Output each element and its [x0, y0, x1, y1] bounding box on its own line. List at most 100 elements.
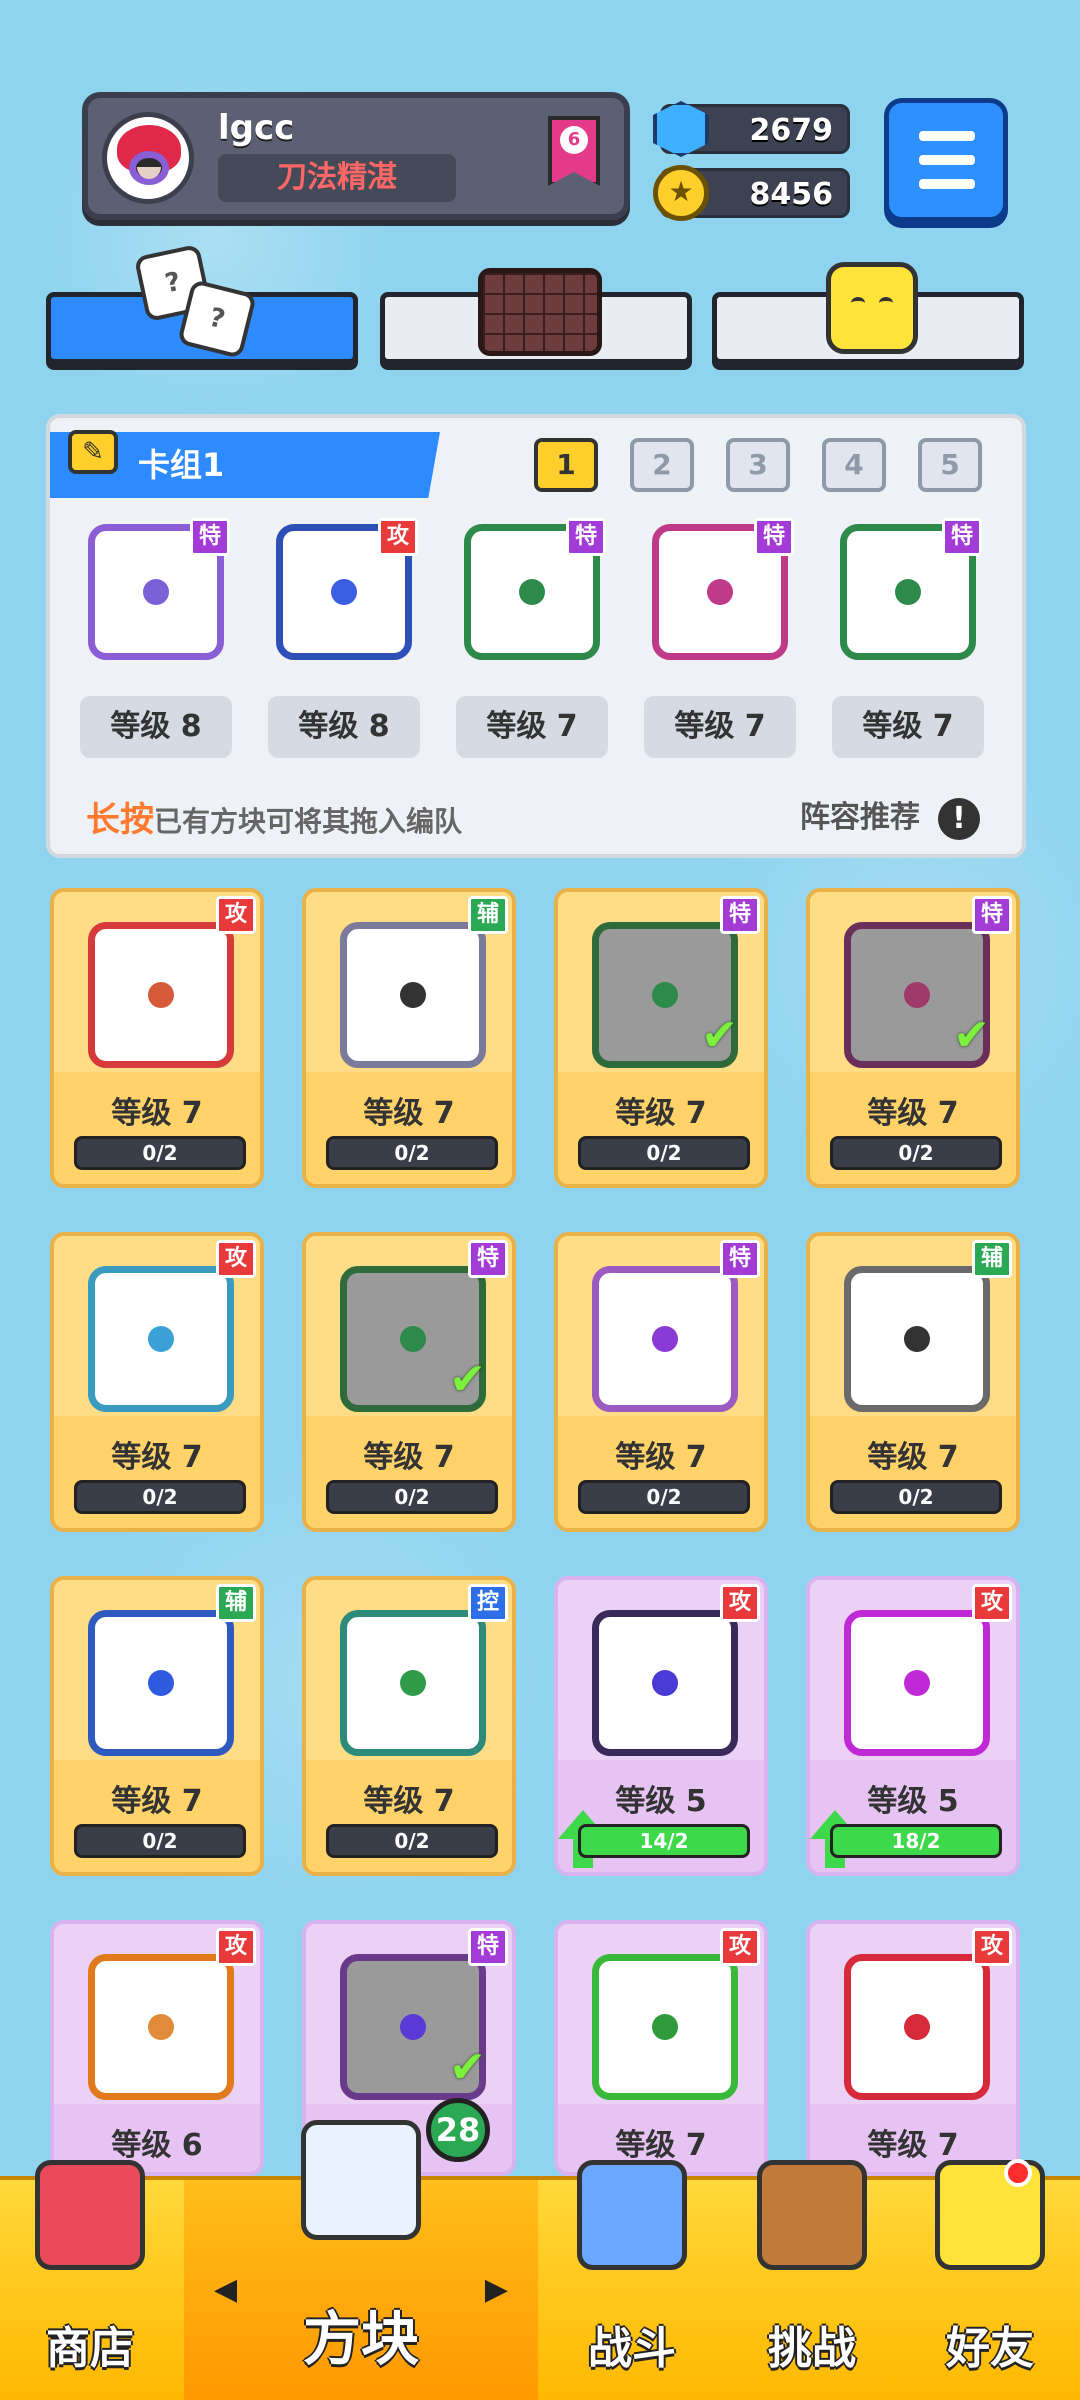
- collection-card[interactable]: 特 ✔ 等级 7 0/2: [302, 1232, 516, 1532]
- collection-card[interactable]: 特 ✔ 等级 7 0/2: [806, 888, 1020, 1188]
- card-level: 等级 7: [615, 1096, 707, 1131]
- deck-card[interactable]: 特: [456, 518, 606, 668]
- dice-pip: [519, 579, 545, 605]
- dice-pip: [904, 1670, 930, 1696]
- dice-pip: [400, 1670, 426, 1696]
- dice-pip: [652, 1326, 678, 1352]
- coins-counter[interactable]: ★ 8456: [653, 165, 850, 221]
- deck-card[interactable]: 特: [80, 518, 230, 668]
- collection-card[interactable]: 控 等级 7 0/2: [302, 1576, 516, 1876]
- card-type-tag: 控: [468, 1584, 508, 1622]
- deck-card-level: 等级 7: [832, 696, 984, 758]
- collection-card[interactable]: 攻 等级 5 18/2: [806, 1576, 1020, 1876]
- dice-pip: [148, 1670, 174, 1696]
- card-level: 等级 6: [111, 2128, 203, 2163]
- hint-key: 长按: [86, 800, 154, 840]
- dice-face: [88, 922, 234, 1068]
- collection-card[interactable]: 攻 等级 6: [50, 1920, 264, 2176]
- recommend-label: 阵容推荐: [800, 800, 920, 835]
- profile-panel[interactable]: lgcc 刀法精湛 6: [82, 92, 630, 220]
- collection-card[interactable]: 特 等级 7 0/2: [554, 1232, 768, 1532]
- coins-value: 8456: [749, 177, 834, 212]
- collection-card[interactable]: 攻 等级 5 14/2: [554, 1576, 768, 1876]
- card-level: 等级 7: [363, 1440, 455, 1475]
- dice-face: [592, 1266, 738, 1412]
- card-type-tag: 攻: [720, 1584, 760, 1622]
- card-level: 等级 7: [867, 2128, 959, 2163]
- nav-battle[interactable]: 战斗: [542, 2160, 722, 2400]
- dice-face: [592, 1954, 738, 2100]
- dice-face: [88, 1266, 234, 1412]
- deck-tab-3[interactable]: 3: [726, 438, 790, 492]
- card-type-tag: 特: [720, 896, 760, 934]
- nav-blocks[interactable]: ◀ ▶ 方块: [184, 2120, 538, 2400]
- collection-card[interactable]: 攻 等级 7 0/2: [50, 888, 264, 1188]
- gems-counter[interactable]: 2679: [653, 101, 850, 157]
- card-progress: 18/2: [830, 1824, 1002, 1858]
- card-progress: 0/2: [326, 1480, 498, 1514]
- nav-friends-label: 好友: [946, 2323, 1034, 2374]
- collection-card[interactable]: 辅 等级 7 0/2: [50, 1576, 264, 1876]
- card-type-tag: 辅: [216, 1584, 256, 1622]
- board-icon: [478, 268, 602, 356]
- card-progress: 0/2: [830, 1480, 1002, 1514]
- card-progress: 0/2: [326, 1136, 498, 1170]
- deck-card[interactable]: 特: [644, 518, 794, 668]
- card-type-tag: 特: [566, 518, 606, 556]
- blocks-count-badge: 28: [426, 2098, 490, 2162]
- collection-card[interactable]: 辅 等级 7 0/2: [806, 1232, 1020, 1532]
- collection-card[interactable]: 特 ✔ 等级 7 0/2: [554, 888, 768, 1188]
- card-progress: 0/2: [578, 1480, 750, 1514]
- avatar: [102, 112, 194, 204]
- card-type-tag: 特: [972, 896, 1012, 934]
- card-type-tag: 特: [720, 1240, 760, 1278]
- nav-friends[interactable]: 好友: [900, 2159, 1080, 2400]
- nav-shop[interactable]: 商店: [0, 2160, 180, 2400]
- shop-icon: [35, 2160, 145, 2270]
- dice-pip: [652, 1670, 678, 1696]
- deck-tab-5[interactable]: 5: [918, 438, 982, 492]
- collection-card[interactable]: 攻 等级 7: [806, 1920, 1020, 2176]
- collection-card[interactable]: 攻 等级 7 0/2: [50, 1232, 264, 1532]
- card-progress: 0/2: [74, 1136, 246, 1170]
- in-deck-check-icon: ✔: [449, 2042, 486, 2093]
- challenge-icon: [757, 2160, 867, 2270]
- friends-icon: [935, 2159, 1045, 2270]
- dice-face: [844, 1954, 990, 2100]
- card-level: 等级 7: [363, 1784, 455, 1819]
- card-type-tag: 特: [468, 1928, 508, 1966]
- collection-card[interactable]: 攻 等级 7: [554, 1920, 768, 2176]
- star-coin-icon: ★: [653, 165, 709, 221]
- collection-card[interactable]: 辅 等级 7 0/2: [302, 888, 516, 1188]
- dice-face: [340, 922, 486, 1068]
- card-type-tag: 攻: [972, 1584, 1012, 1622]
- card-level: 等级 7: [111, 1440, 203, 1475]
- hint-text: 已有方块可将其拖入编队: [154, 805, 463, 838]
- deck-card[interactable]: 特: [832, 518, 982, 668]
- deck-tab-4[interactable]: 4: [822, 438, 886, 492]
- nav-challenge[interactable]: 挑战: [722, 2160, 902, 2400]
- deck-tab-2[interactable]: 2: [630, 438, 694, 492]
- dice-face: [844, 1610, 990, 1756]
- gem-icon: [653, 101, 709, 157]
- dice-pip: [895, 579, 921, 605]
- nav-battle-label: 战斗: [588, 2323, 676, 2374]
- card-type-tag: 辅: [468, 896, 508, 934]
- dice-pip: [143, 579, 169, 605]
- menu-button[interactable]: [884, 98, 1008, 222]
- deck-tab-1[interactable]: 1: [534, 438, 598, 492]
- lineup-recommend-button[interactable]: 阵容推荐!: [800, 792, 980, 840]
- edit-pencil-icon[interactable]: ✎: [68, 430, 118, 474]
- card-progress: 0/2: [830, 1136, 1002, 1170]
- dice-pip: [148, 1326, 174, 1352]
- nav-challenge-label: 挑战: [768, 2323, 856, 2374]
- card-level: 等级 7: [867, 1440, 959, 1475]
- deck-card[interactable]: 攻: [268, 518, 418, 668]
- dice-pip: [400, 982, 426, 1008]
- deck-card-level: 等级 7: [456, 696, 608, 758]
- card-type-tag: 攻: [972, 1928, 1012, 1966]
- in-deck-check-icon: ✔: [449, 1354, 486, 1405]
- card-level: 等级 5: [615, 1784, 707, 1819]
- card-type-tag: 攻: [378, 518, 418, 556]
- card-type-tag: 特: [942, 518, 982, 556]
